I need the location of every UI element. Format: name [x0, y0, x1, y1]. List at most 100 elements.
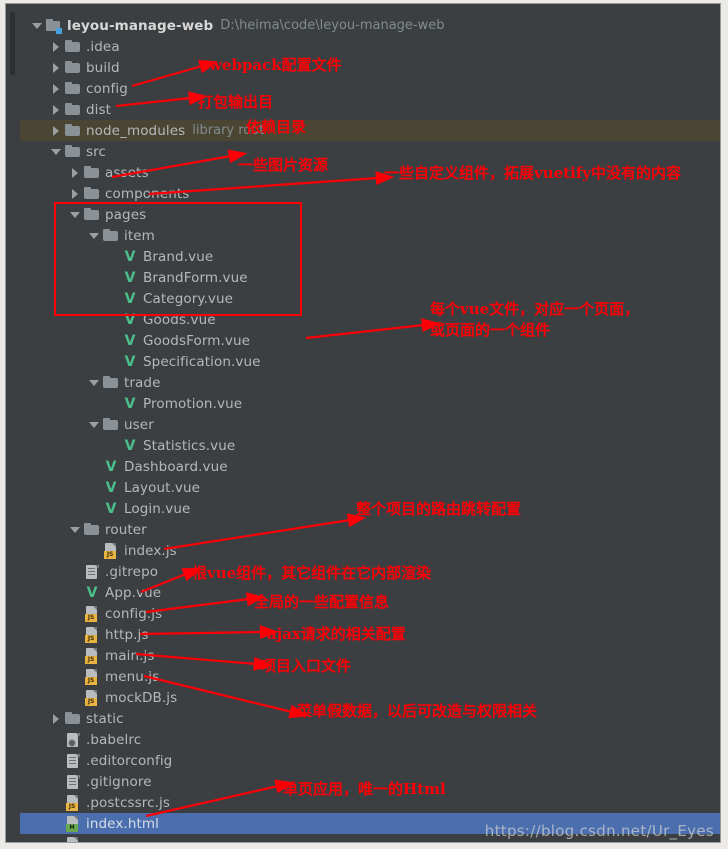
tree-toggle-placeholder [51, 818, 62, 829]
tree-row[interactable]: user [20, 414, 720, 435]
vue-file-icon: V [124, 437, 136, 454]
vue-file-icon: V [105, 458, 117, 475]
tree-toggle-placeholder [89, 482, 100, 493]
scrollbar-track[interactable] [10, 4, 15, 842]
folder-icon [84, 522, 100, 538]
watermark: https://blog.csdn.net/Ur_Eyes [484, 822, 714, 840]
project-tool-window: leyou-manage-web D:\heima\code\leyou-mana… [6, 4, 720, 842]
chevron-right-icon[interactable] [51, 104, 62, 115]
tree-row[interactable]: JS config.js [20, 603, 720, 624]
folder-icon [65, 711, 81, 727]
tree-row-subtext: D:\heima\code\leyou-manage-web [220, 18, 445, 33]
tree-row[interactable]: static [20, 708, 720, 729]
tree-toggle-placeholder [70, 566, 81, 577]
js-file-icon: JS [84, 668, 100, 685]
tree-row[interactable]: V App.vue [20, 582, 720, 603]
tree-row[interactable]: components [20, 183, 720, 204]
folder-icon [103, 417, 119, 433]
tree-row-label: config.js [105, 605, 163, 622]
babel-file-icon [65, 732, 81, 748]
vue-file-icon: V [124, 353, 136, 370]
tree-row[interactable]: V Dashboard.vue [20, 456, 720, 477]
tree-row[interactable]: .gitrepo [20, 561, 720, 582]
chevron-down-icon[interactable] [89, 377, 100, 388]
chevron-right-icon[interactable] [51, 62, 62, 73]
tree-toggle-placeholder [51, 734, 62, 745]
tree-row-label: App.vue [105, 584, 162, 601]
chevron-right-icon[interactable] [70, 167, 81, 178]
tree-row-label: main.js [105, 647, 155, 664]
vue-file-icon: V [124, 332, 136, 349]
tree-row[interactable]: .editorconfig [20, 750, 720, 771]
project-file-tree[interactable]: leyou-manage-web D:\heima\code\leyou-mana… [20, 4, 720, 842]
tree-row[interactable]: JS main.js [20, 645, 720, 666]
tree-row-label: src [86, 143, 107, 160]
tree-row[interactable]: assets [20, 162, 720, 183]
tree-row[interactable]: V Promotion.vue [20, 393, 720, 414]
tree-row-label: components [105, 185, 190, 202]
chevron-down-icon[interactable] [70, 524, 81, 535]
tree-row-label: Login.vue [124, 500, 191, 517]
tree-row[interactable]: dist [20, 99, 720, 120]
tree-row-label: router [105, 521, 147, 538]
tree-row[interactable]: V Login.vue [20, 498, 720, 519]
tree-row-label: index.html [86, 815, 159, 832]
tree-row[interactable]: JS index.js [20, 540, 720, 561]
tree-row[interactable]: .idea [20, 36, 720, 57]
tree-row-label: Specification.vue [143, 353, 261, 370]
tree-row-label: .idea [86, 38, 120, 55]
tree-row[interactable]: JS .postcssrc.js [20, 792, 720, 813]
tree-row-label: mockDB.js [105, 689, 178, 706]
tree-row[interactable]: config [20, 78, 720, 99]
tree-row[interactable]: .gitignore [20, 771, 720, 792]
tree-toggle-placeholder [108, 440, 119, 451]
tree-row-label: index.js [124, 542, 177, 559]
chevron-down-icon[interactable] [32, 20, 43, 31]
scrollbar-thumb[interactable] [10, 12, 15, 75]
tree-row[interactable]: V Specification.vue [20, 351, 720, 372]
tree-row[interactable]: .babelrc [20, 729, 720, 750]
chevron-down-icon[interactable] [89, 419, 100, 430]
tree-row[interactable]: V Layout.vue [20, 477, 720, 498]
folder-icon [65, 102, 81, 118]
module-folder-icon [46, 18, 62, 34]
tree-toggle-placeholder [108, 398, 119, 409]
tree-row-label: node_modules [86, 122, 186, 139]
pages-highlight-box [54, 202, 302, 316]
tree-toggle-placeholder [70, 587, 81, 598]
text-file-icon [65, 753, 81, 769]
chevron-right-icon[interactable] [51, 83, 62, 94]
vue-file-icon: V [86, 584, 98, 601]
vue-file-icon: V [105, 500, 117, 517]
tree-toggle-placeholder [70, 692, 81, 703]
folder-icon [65, 144, 81, 160]
chevron-right-icon[interactable] [51, 713, 62, 724]
tree-row[interactable]: JS menu.js [20, 666, 720, 687]
tree-row[interactable]: JS http.js [20, 624, 720, 645]
tree-row[interactable]: src [20, 141, 720, 162]
chevron-right-icon[interactable] [51, 41, 62, 52]
tree-toggle-placeholder [51, 776, 62, 787]
vertical-scrollbar[interactable] [6, 4, 20, 842]
tree-row[interactable]: V Statistics.vue [20, 435, 720, 456]
tree-row[interactable]: V GoodsForm.vue [20, 330, 720, 351]
tree-toggle-placeholder [89, 461, 100, 472]
chevron-down-icon[interactable] [51, 146, 62, 157]
screenshot-frame: leyou-manage-web D:\heima\code\leyou-mana… [0, 0, 728, 849]
tree-row-label: static [86, 710, 124, 727]
tree-toggle-placeholder [108, 335, 119, 346]
js-file-icon: JS [65, 794, 81, 811]
html-file-icon: H [65, 815, 81, 832]
tree-row[interactable]: leyou-manage-web D:\heima\code\leyou-mana… [20, 15, 720, 36]
tree-toggle-placeholder [70, 671, 81, 682]
vue-file-icon: V [105, 479, 117, 496]
tree-row[interactable]: trade [20, 372, 720, 393]
chevron-right-icon[interactable] [51, 125, 62, 136]
tree-row[interactable]: node_modules library root [20, 120, 720, 141]
js-file-icon: JS [84, 626, 100, 643]
tree-row[interactable]: JS mockDB.js [20, 687, 720, 708]
tree-row[interactable]: build [20, 57, 720, 78]
tree-toggle-placeholder [51, 839, 62, 842]
chevron-right-icon[interactable] [70, 188, 81, 199]
tree-row[interactable]: router [20, 519, 720, 540]
